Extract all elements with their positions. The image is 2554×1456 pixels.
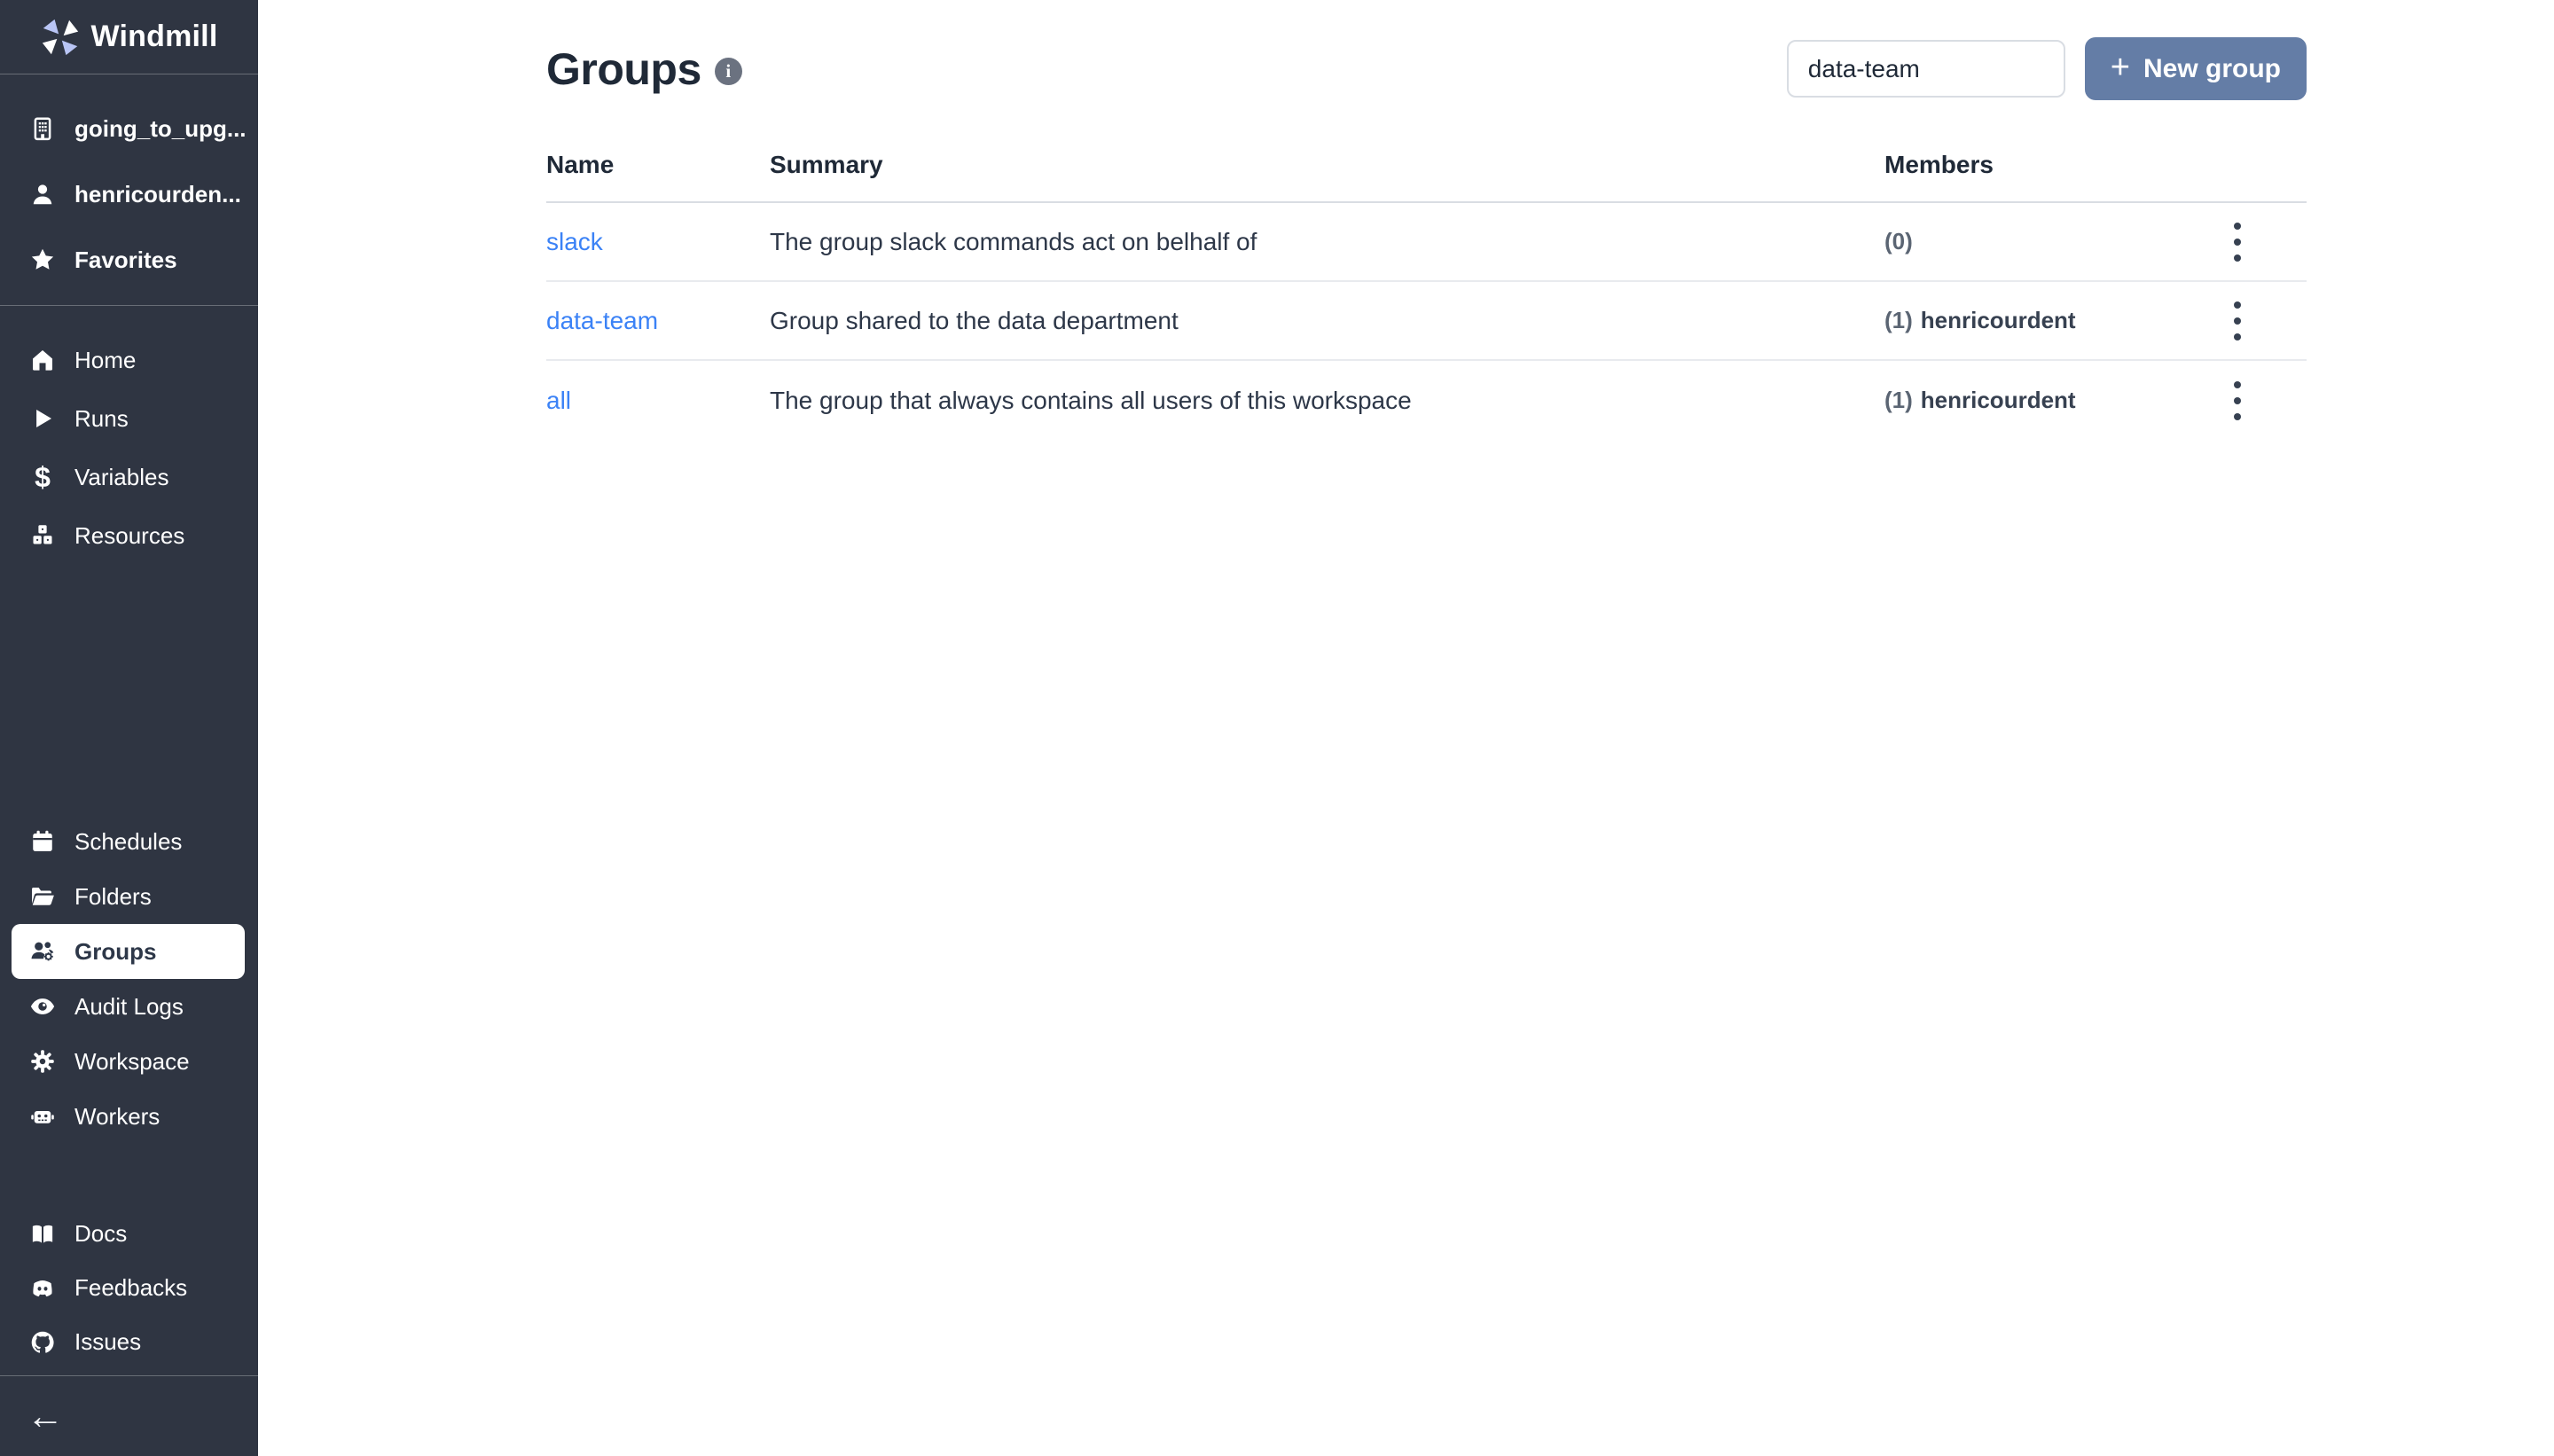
sidebar-item-home[interactable]: Home [0, 331, 258, 389]
calendar-icon [29, 828, 56, 855]
sidebar-item-workspace-settings[interactable]: Workspace [0, 1034, 258, 1089]
robot-icon [29, 1103, 56, 1130]
kebab-icon [2230, 219, 2245, 265]
group-search-input[interactable] [1787, 40, 2065, 98]
gear-icon [29, 1048, 56, 1075]
group-members: (0) [1884, 228, 2221, 255]
resources-label: Resources [74, 522, 184, 550]
discord-icon [29, 1275, 56, 1302]
table-header-row: Name Summary Members [546, 151, 2307, 203]
workers-label: Workers [74, 1103, 160, 1131]
group-summary: The group that always contains all users… [770, 387, 1884, 415]
row-menu-button[interactable] [2221, 293, 2253, 349]
table-row: all The group that always contains all u… [546, 361, 2307, 440]
sidebar-spacer [0, 565, 258, 814]
groups-table: Name Summary Members slack The group sla… [546, 151, 2307, 440]
sidebar-item-audit-logs[interactable]: Audit Logs [0, 979, 258, 1034]
kebab-icon [2230, 378, 2245, 424]
members-names: henricourdent [1921, 387, 2076, 413]
group-link[interactable]: data-team [546, 307, 770, 335]
page-title: Groups [546, 43, 701, 95]
table-row: data-team Group shared to the data depar… [546, 282, 2307, 361]
column-header-members: Members [1884, 151, 2221, 179]
windmill-logo-icon [41, 18, 80, 57]
new-group-button-label: New group [2143, 54, 2281, 84]
windmill-logo[interactable]: Windmill [0, 0, 258, 74]
page-header: Groups i + New group [546, 37, 2307, 100]
app-name: Windmill [91, 20, 218, 54]
main-content: Groups i + New group Name Summary Member… [258, 0, 2554, 1456]
audit-logs-label: Audit Logs [74, 993, 184, 1021]
user-icon [29, 181, 56, 207]
users-gear-icon [29, 938, 56, 965]
docs-label: Docs [74, 1220, 127, 1248]
cubes-icon [29, 522, 56, 549]
sidebar-item-groups[interactable]: Groups [12, 924, 245, 979]
feedbacks-label: Feedbacks [74, 1274, 187, 1302]
row-menu-button[interactable] [2221, 372, 2253, 429]
sidebar-item-issues[interactable]: Issues [0, 1315, 258, 1369]
sidebar-item-resources[interactable]: Resources [0, 506, 258, 565]
group-summary: The group slack commands act on belhalf … [770, 228, 1884, 256]
group-link[interactable]: slack [546, 228, 770, 256]
issues-label: Issues [74, 1328, 141, 1356]
variables-label: Variables [74, 464, 168, 491]
sidebar-item-docs[interactable]: Docs [0, 1207, 258, 1261]
info-icon[interactable]: i [715, 58, 742, 85]
members-count: (1) [1884, 387, 1913, 413]
group-members: (1) henricourdent [1884, 307, 2221, 334]
kebab-icon [2230, 298, 2245, 344]
favorites-label: Favorites [74, 247, 177, 274]
workspace-label-settings: Workspace [74, 1048, 190, 1076]
runs-label: Runs [74, 405, 129, 433]
user-label: henricourden... [74, 181, 241, 208]
members-count: (0) [1884, 228, 1913, 254]
arrow-left-icon: ← [27, 1395, 64, 1436]
sidebar: Windmill going_to_upg... henricourden... [0, 0, 258, 1456]
new-group-button[interactable]: + New group [2085, 37, 2307, 100]
column-header-name: Name [546, 151, 770, 179]
folder-open-icon [29, 883, 56, 910]
workspace-label: going_to_upg... [74, 115, 247, 143]
star-icon [29, 247, 56, 273]
eye-icon [29, 993, 56, 1020]
sidebar-item-favorites[interactable]: Favorites [0, 227, 258, 293]
groups-label: Groups [74, 938, 156, 966]
members-names: henricourdent [1921, 307, 2076, 333]
book-open-icon [29, 1221, 56, 1248]
play-icon [29, 405, 56, 432]
sidebar-item-runs[interactable]: Runs [0, 389, 258, 448]
sidebar-item-workspace[interactable]: going_to_upg... [0, 96, 258, 161]
sidebar-item-folders[interactable]: Folders [0, 869, 258, 924]
sidebar-item-feedbacks[interactable]: Feedbacks [0, 1261, 258, 1315]
sidebar-item-schedules[interactable]: Schedules [0, 814, 258, 869]
home-icon [29, 347, 56, 373]
sidebar-item-user[interactable]: henricourden... [0, 161, 258, 227]
github-icon [29, 1329, 56, 1356]
members-count: (1) [1884, 307, 1913, 333]
row-menu-button[interactable] [2221, 214, 2253, 270]
table-row: slack The group slack commands act on be… [546, 203, 2307, 282]
group-summary: Group shared to the data department [770, 307, 1884, 335]
building-icon [29, 115, 56, 142]
plus-icon: + [2111, 51, 2130, 84]
folders-label: Folders [74, 883, 152, 911]
group-members: (1) henricourdent [1884, 387, 2221, 414]
dollar-icon: $ [29, 464, 56, 490]
schedules-label: Schedules [74, 828, 182, 856]
collapse-sidebar-button[interactable]: ← [27, 1397, 64, 1435]
sidebar-item-variables[interactable]: $ Variables [0, 448, 258, 506]
sidebar-item-workers[interactable]: Workers [0, 1089, 258, 1144]
home-label: Home [74, 347, 136, 374]
column-header-summary: Summary [770, 151, 1884, 179]
group-link[interactable]: all [546, 387, 770, 415]
